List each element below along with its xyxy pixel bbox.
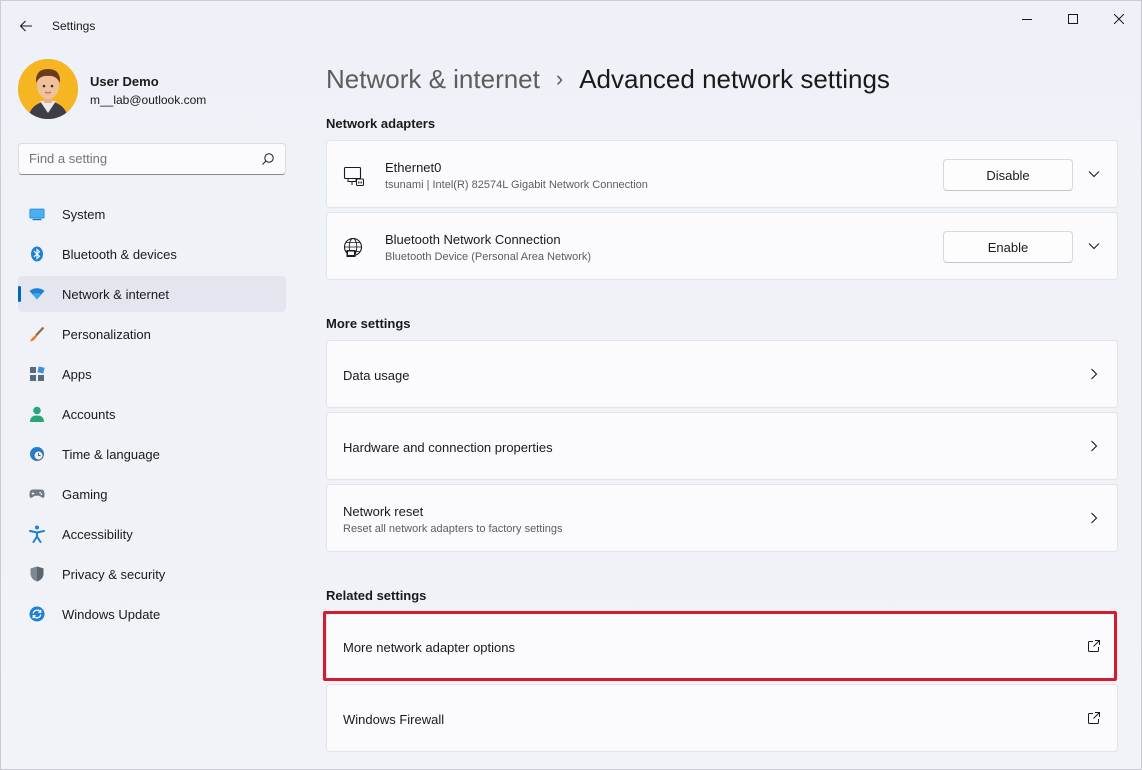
sidebar-item-label: Personalization [62,327,151,342]
breadcrumb-parent-link[interactable]: Network & internet [326,64,540,95]
settings-window: Settings User Demo m__lab@outlook.com Fi… [0,0,1142,770]
sidebar-item-gaming[interactable]: Gaming [18,476,286,512]
adapter-name: Bluetooth Network Connection [385,232,561,247]
sidebar-item-privacy-security[interactable]: Privacy & security [18,556,286,592]
user-name: User Demo [90,74,159,89]
user-email: m__lab@outlook.com [90,93,207,107]
close-button[interactable] [1096,5,1142,33]
sidebar-item-label: Privacy & security [62,567,166,582]
sidebar-item-label: System [62,207,106,222]
sidebar-item-network-internet[interactable]: Network & internet [18,276,286,312]
back-button[interactable] [13,13,39,39]
person-icon [29,406,45,422]
adapter-name: Ethernet0 [385,160,442,175]
back-arrow-icon [19,20,32,32]
search-box[interactable] [18,143,286,175]
setting-card-hardware-connection-properties[interactable]: Hardware and connection properties [326,412,1118,480]
ethernet-icon [343,165,365,187]
user-profile[interactable]: User Demo m__lab@outlook.com [18,59,288,121]
setting-card-windows-firewall[interactable]: Windows Firewall [326,684,1118,752]
app-title: Settings [52,19,96,33]
setting-subtitle: Reset all network adapters to factory se… [343,523,563,535]
sidebar-item-label: Accessibility [62,527,133,542]
sidebar-nav: System Bluetooth & devices Network & int… [18,196,286,636]
setting-title: More network adapter options [343,640,515,655]
sidebar-item-label: Apps [62,367,92,382]
external-link-icon [1088,640,1100,652]
setting-card-more-network-adapter-options[interactable]: More network adapter options [326,612,1118,680]
minimize-icon [1022,19,1032,20]
sidebar-item-time-language[interactable]: Time & language [18,436,286,472]
bluetooth-icon [29,246,45,262]
chevron-down-icon[interactable] [1087,239,1101,253]
setting-card-data-usage[interactable]: Data usage [326,340,1118,408]
adapter-card-ethernet[interactable]: Ethernet0 tsunami | Intel(R) 82574L Giga… [326,140,1118,208]
sidebar-item-label: Bluetooth & devices [62,247,177,262]
disable-button[interactable]: Disable [943,159,1073,191]
sidebar-item-system[interactable]: System [18,196,286,232]
sidebar-item-personalization[interactable]: Personalization [18,316,286,352]
wifi-icon [29,286,45,302]
setting-title: Network reset [343,504,424,519]
sidebar-item-bluetooth-devices[interactable]: Bluetooth & devices [18,236,286,272]
setting-title: Hardware and connection properties [343,440,553,455]
sidebar-item-windows-update[interactable]: Windows Update [18,596,286,632]
section-title-related-settings: Related settings [326,588,427,603]
sidebar-item-label: Gaming [62,487,108,502]
gamepad-icon [29,486,45,502]
section-title-network-adapters: Network adapters [326,116,436,131]
sidebar-item-label: Network & internet [62,287,169,302]
accessibility-icon [29,525,45,543]
setting-card-network-reset[interactable]: Network reset Reset all network adapters… [326,484,1118,552]
chevron-right-icon [1091,512,1098,524]
maximize-icon [1068,14,1078,24]
sidebar-item-accessibility[interactable]: Accessibility [18,516,286,552]
setting-title: Windows Firewall [343,712,445,727]
minimize-button[interactable] [1004,5,1050,33]
sidebar-item-label: Windows Update [62,607,161,622]
section-title-more-settings: More settings [326,316,411,331]
page-title: Advanced network settings [579,63,890,94]
title-bar: Settings [1,1,1141,49]
globe-network-icon [343,237,365,259]
enable-button[interactable]: Enable [943,231,1073,263]
breadcrumb-separator: › [555,66,564,91]
chevron-right-icon [1091,368,1098,380]
system-icon [29,206,45,222]
adapter-description: tsunami | Intel(R) 82574L Gigabit Networ… [385,179,648,191]
shield-icon [29,566,45,582]
breadcrumb: Network & internet › Advanced network se… [326,59,890,99]
avatar [18,59,78,119]
sidebar-item-apps[interactable]: Apps [18,356,286,392]
sidebar-item-label: Accounts [62,407,116,422]
update-icon [29,606,45,622]
adapter-description: Bluetooth Device (Personal Area Network) [385,251,592,263]
sidebar-item-label: Time & language [62,447,160,462]
chevron-right-icon [1091,440,1098,452]
close-icon [1114,14,1124,24]
maximize-button[interactable] [1050,5,1096,33]
search-icon[interactable] [261,152,275,166]
apps-icon [29,366,45,382]
globe-clock-icon [29,446,45,462]
chevron-down-icon[interactable] [1087,167,1101,181]
adapter-card-bluetooth[interactable]: Bluetooth Network Connection Bluetooth D… [326,212,1118,280]
search-input[interactable] [29,151,249,166]
setting-title: Data usage [343,368,410,383]
external-link-icon [1088,712,1100,724]
sidebar-item-accounts[interactable]: Accounts [18,396,286,432]
brush-icon [29,326,45,342]
